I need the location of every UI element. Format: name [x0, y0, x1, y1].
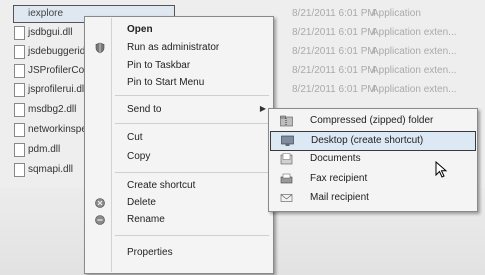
- send-to-compressed-folder[interactable]: Compressed (zipped) folder: [270, 112, 476, 130]
- menu-item-copy[interactable]: Copy: [86, 148, 272, 166]
- zip-folder-icon: [280, 115, 293, 127]
- submenu-arrow-icon: ▶: [259, 104, 266, 113]
- documents-icon: [280, 153, 293, 165]
- menu-item-pin-taskbar[interactable]: Pin to Taskbar: [86, 57, 272, 75]
- file-type: Application exten...: [372, 27, 457, 38]
- file-icon: [14, 103, 25, 117]
- file-type: Application exten...: [372, 65, 457, 76]
- menu-item-delete[interactable]: Delete: [86, 194, 272, 212]
- file-name: jsdbgui.dll: [28, 27, 73, 38]
- file-date: 8/21/2011 6:01 PM: [292, 46, 376, 57]
- menu-item-create-shortcut[interactable]: Create shortcut: [86, 177, 272, 195]
- menu-item-label: Delete: [127, 197, 156, 208]
- fax-icon: [280, 173, 293, 185]
- menu-separator: [115, 235, 269, 236]
- file-name: jsprofilerui.dll: [28, 84, 87, 95]
- menu-separator: [115, 172, 269, 173]
- menu-item-label: Properties: [127, 247, 173, 258]
- menu-item-label: Send to: [127, 104, 162, 115]
- menu-separator: [115, 95, 269, 96]
- menu-item-pin-start[interactable]: Pin to Start Menu: [86, 74, 272, 92]
- menu-item-label: Create shortcut: [127, 180, 196, 191]
- file-name: networkinspe: [28, 124, 87, 135]
- file-type: Application exten...: [372, 84, 457, 95]
- menu-item-label: Desktop (create shortcut): [311, 135, 424, 146]
- menu-item-label: Rename: [127, 214, 165, 225]
- menu-item-label: Mail recipient: [310, 192, 369, 203]
- menu-item-open[interactable]: Open: [86, 21, 272, 39]
- file-date: 8/21/2011 6:01 PM: [292, 65, 376, 76]
- file-date: 8/21/2011 6:01 PM: [292, 27, 376, 38]
- menu-item-properties[interactable]: Properties: [86, 244, 272, 262]
- menu-item-label: Fax recipient: [310, 173, 368, 184]
- file-name: jsdebuggeride: [28, 46, 91, 57]
- menu-item-run-as-admin[interactable]: Run as administrator: [86, 39, 272, 57]
- file-icon: [14, 64, 25, 78]
- menu-item-label: Documents: [310, 153, 361, 164]
- desktop-icon: [281, 135, 294, 147]
- mouse-pointer-icon: [435, 160, 449, 184]
- file-name: msdbg2.dll: [28, 104, 77, 115]
- file-icon: [14, 143, 25, 157]
- shield-icon: [94, 42, 106, 54]
- menu-item-label: Compressed (zipped) folder: [310, 115, 434, 126]
- menu-item-label: Copy: [127, 151, 151, 162]
- file-name: iexplore: [28, 8, 64, 19]
- file-date: 8/21/2011 6:01 PM: [292, 8, 376, 19]
- menu-item-label: Cut: [127, 132, 143, 143]
- file-icon: [14, 26, 25, 40]
- menu-item-label: Pin to Taskbar: [127, 60, 191, 71]
- context-menu: Open Run as administrator Pin to Taskbar…: [84, 16, 274, 274]
- file-icon: [14, 163, 25, 177]
- file-date: 8/21/2011 6:01 PM: [292, 84, 376, 95]
- menu-item-label: Open: [127, 24, 153, 35]
- file-name: pdm.dll: [28, 144, 61, 155]
- menu-item-cut[interactable]: Cut: [86, 129, 272, 147]
- file-icon: [14, 83, 25, 97]
- file-icon: [14, 123, 25, 137]
- menu-item-send-to[interactable]: Send to ▶: [86, 101, 272, 119]
- file-name: sqmapi.dll: [28, 164, 74, 175]
- menu-separator: [115, 123, 269, 124]
- rename-shield-icon: [94, 214, 106, 226]
- menu-item-label: Run as administrator: [127, 42, 220, 53]
- menu-item-label: Pin to Start Menu: [127, 77, 205, 88]
- file-type: Application exten...: [372, 46, 457, 57]
- file-icon: [14, 45, 25, 59]
- delete-shield-icon: [94, 197, 106, 209]
- menu-item-rename[interactable]: Rename: [86, 211, 272, 229]
- send-to-submenu: Compressed (zipped) folder Desktop (crea…: [268, 108, 478, 212]
- send-to-mail-recipient[interactable]: Mail recipient: [270, 189, 476, 207]
- mail-icon: [280, 192, 293, 204]
- send-to-desktop-shortcut[interactable]: Desktop (create shortcut): [270, 131, 476, 151]
- file-type: Application: [372, 8, 421, 19]
